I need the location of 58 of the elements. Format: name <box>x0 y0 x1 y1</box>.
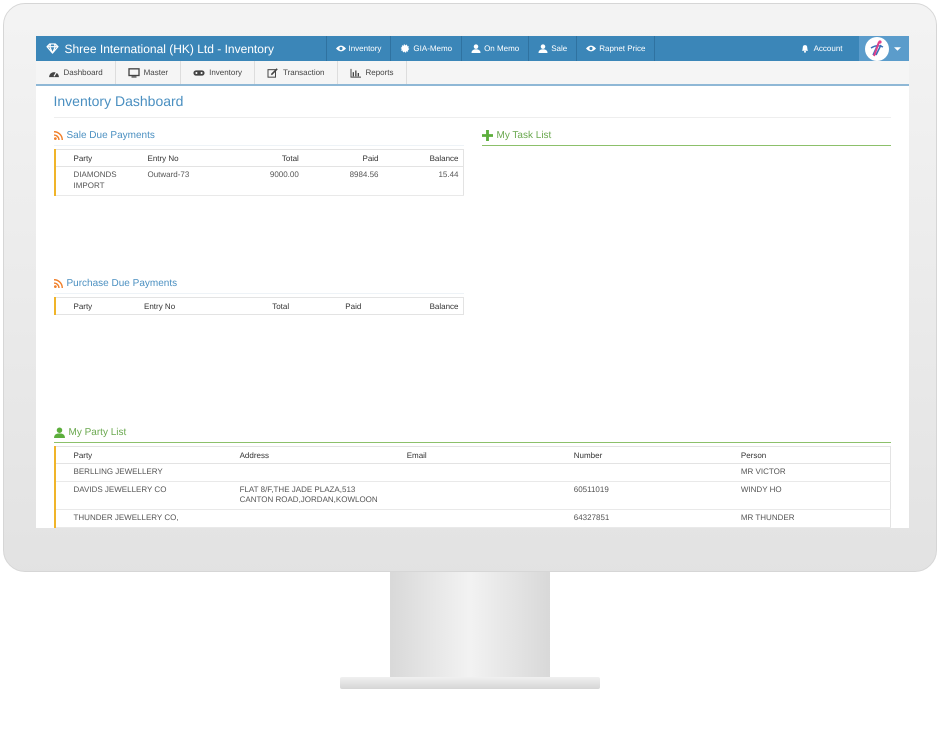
edit-icon <box>267 68 279 78</box>
table-cell: DIAMONDS IMPORT <box>54 166 130 196</box>
gamepad-icon <box>193 68 206 78</box>
user-icon <box>54 426 64 438</box>
table-cell: 64327851 <box>556 510 723 528</box>
plus-icon <box>482 130 492 142</box>
column-header: Party <box>54 150 130 167</box>
rss-icon <box>54 131 62 140</box>
menu-tab[interactable]: Reports <box>338 61 407 84</box>
section-title: Purchase Due Payments <box>66 278 178 289</box>
table-cell: Outward-73 <box>130 166 224 196</box>
column-header: Party <box>54 297 126 314</box>
menu-tab[interactable]: Transaction <box>255 61 338 84</box>
table-cell: FLAT 8/F,THE JADE PLAZA,513 CANTON ROAD,JORDAN,KOWLOON <box>222 481 389 510</box>
menu-tab[interactable]: Master <box>116 61 182 84</box>
column-header: Paid <box>302 150 382 167</box>
user-icon <box>471 44 482 54</box>
column-header: Paid <box>293 297 366 314</box>
table-cell: DAVIDS JEWELLERY CO <box>54 481 222 510</box>
rss-icon <box>54 278 62 288</box>
app-title: Shree International (HK) Ltd - Inventory <box>64 42 274 56</box>
column-header: Person <box>722 446 890 464</box>
table-cell: THUNDER JEWELLERY CO, <box>54 510 222 528</box>
column-header: Balance <box>382 150 463 167</box>
user-icon <box>538 44 548 54</box>
table-cell: MR VICTOR <box>722 463 890 482</box>
table-cell: 9000.00 <box>223 166 303 196</box>
column-header: Party <box>54 446 222 464</box>
section-title: My Task List <box>496 130 552 142</box>
column-header: Number <box>556 446 723 464</box>
column-header: Total <box>219 297 294 314</box>
section-title: Sale Due Payments <box>66 130 155 142</box>
column-header: Entry No <box>126 297 220 314</box>
menu-tab[interactable]: Inventory <box>181 61 255 84</box>
column-header: Entry No <box>130 150 224 167</box>
table-cell: MR THUNDER <box>722 510 890 528</box>
page-title: Inventory Dashboard <box>54 93 890 118</box>
avatar-logo-icon[interactable] <box>864 36 888 61</box>
table-cell: BERLLING JEWELLERY <box>54 463 222 482</box>
column-header: Total <box>223 150 303 167</box>
menu-tab[interactable]: Dashboard <box>36 61 116 84</box>
column-header: Balance <box>365 297 463 314</box>
gear-icon <box>400 44 410 54</box>
monitor-icon <box>128 68 140 78</box>
column-header: Email <box>388 446 556 464</box>
eye-icon <box>336 44 346 54</box>
column-header: Address <box>222 446 389 464</box>
table-cell: 15.44 <box>382 166 463 196</box>
account-link[interactable]: Account <box>784 36 858 62</box>
bar-chart-icon <box>350 68 362 78</box>
table-cell: 60511019 <box>556 481 723 510</box>
eye-icon <box>586 44 596 54</box>
caret-icon[interactable] <box>894 46 900 51</box>
section-title: My Party List <box>68 426 126 438</box>
table-cell: 8984.56 <box>302 166 382 196</box>
bell-icon <box>800 44 810 54</box>
diamond-icon <box>46 43 58 54</box>
table-cell: WINDY HO <box>722 481 890 510</box>
